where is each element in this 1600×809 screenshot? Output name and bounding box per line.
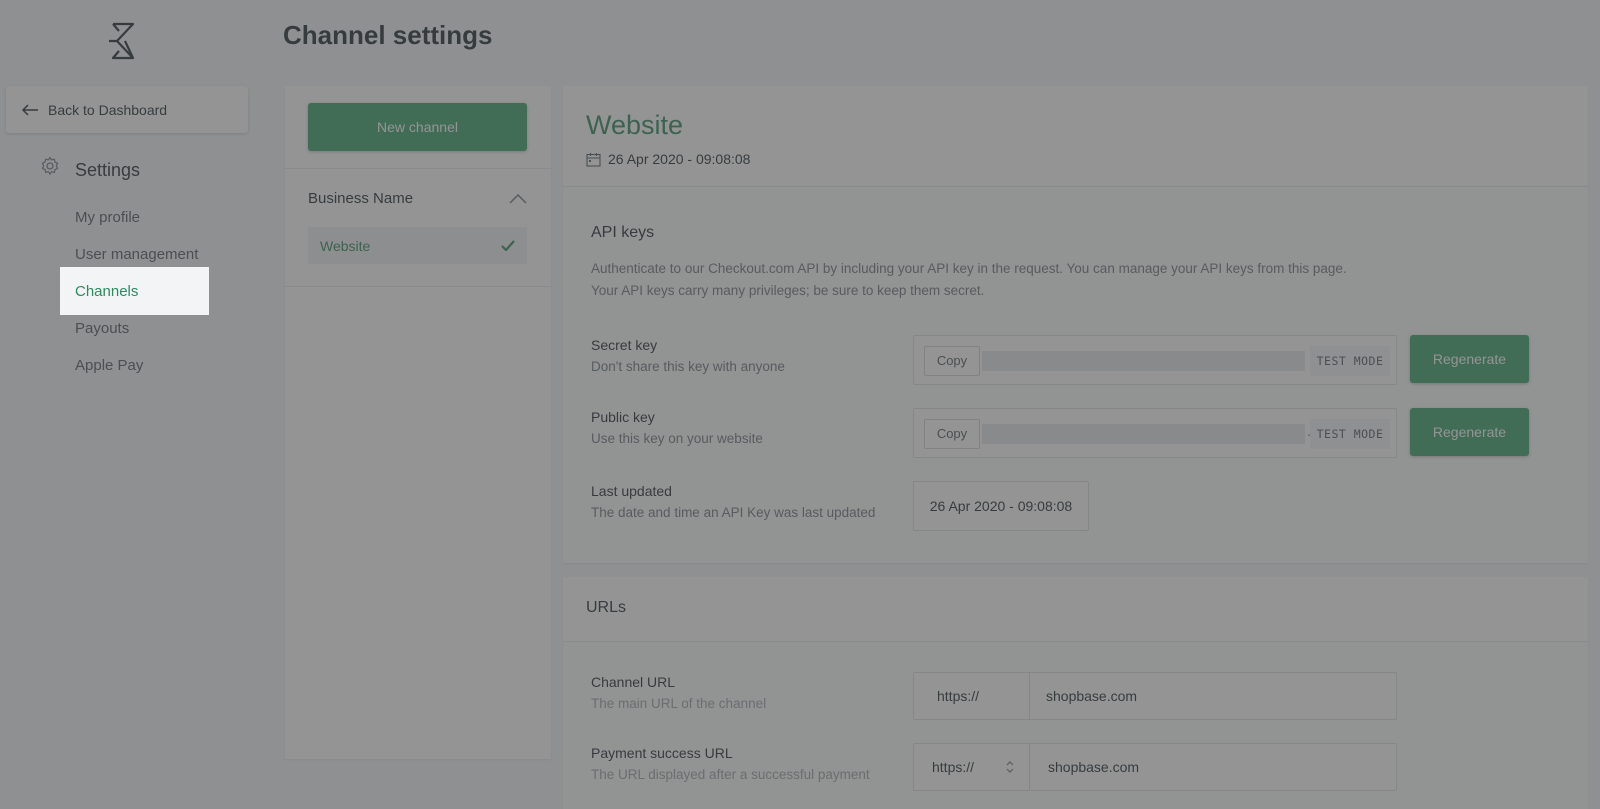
api-keys-description-line2: Your API keys carry many privileges; be …	[591, 283, 985, 298]
secret-key-label: Secret key Don't share this key with any…	[591, 337, 785, 374]
new-channel-button[interactable]: New channel	[308, 103, 527, 151]
select-arrows-icon	[1006, 761, 1014, 773]
nav-item-payouts[interactable]: Payouts	[60, 316, 260, 353]
channel-item-label: Website	[320, 237, 371, 254]
payment-success-url-subtitle: The URL displayed after a successful pay…	[591, 767, 870, 782]
api-keys-heading: API keys	[591, 224, 655, 241]
secret-key-field: Copy TEST MODE	[913, 335, 1397, 385]
copy-public-key-button[interactable]: Copy	[924, 419, 980, 449]
channel-url-subtitle: The main URL of the channel	[591, 696, 767, 711]
copy-secret-key-button[interactable]: Copy	[924, 346, 980, 376]
channel-item-website[interactable]: Website	[308, 227, 527, 264]
payment-success-url-input[interactable]: shopbase.com	[1030, 744, 1396, 790]
app: Back to Dashboard Settings My profile Us…	[0, 0, 1600, 809]
channel-url-label: Channel URL The main URL of the channel	[591, 674, 766, 711]
payment-success-url-field[interactable]: https:// shopbase.com	[913, 743, 1397, 791]
created-date-text: 26 Apr 2020 - 09:08:08	[608, 151, 751, 167]
public-key-title: Public key	[591, 409, 655, 425]
business-name: Business Name	[308, 190, 414, 207]
business-group-header[interactable]: Business Name	[308, 190, 527, 207]
checkmark-icon	[501, 240, 515, 251]
nav-item-apple-pay[interactable]: Apple Pay	[60, 353, 260, 390]
secret-key-subtitle: Don't share this key with anyone	[591, 359, 785, 374]
channel-url-title: Channel URL	[591, 674, 676, 690]
api-keys-panel: API keys Authenticate to our Checkout.co…	[563, 186, 1588, 563]
channel-url-protocol-text: https://	[937, 688, 980, 704]
api-keys-description-line1: Authenticate to our Checkout.com API by …	[591, 261, 1347, 276]
secret-key-title: Secret key	[591, 337, 658, 353]
website-header-panel: Website 26 Apr 2020 - 09:08:08	[563, 86, 1588, 186]
logo-icon[interactable]	[104, 22, 138, 60]
api-keys-description: Authenticate to our Checkout.com API by …	[591, 258, 1451, 302]
channels-list-panel: New channel Business Name Website	[285, 86, 551, 759]
regenerate-public-key-button[interactable]: Regenerate	[1410, 408, 1529, 456]
payment-success-protocol-select[interactable]: https://	[914, 744, 1030, 790]
channel-url-field[interactable]: https:// shopbase.com	[913, 672, 1397, 720]
channel-url-domain: shopbase.com	[1046, 688, 1138, 704]
last-updated-subtitle: The date and time an API Key was last up…	[591, 505, 876, 520]
back-label: Back to Dashboard	[48, 101, 168, 118]
gear-icon	[41, 156, 59, 175]
regenerate-secret-key-button[interactable]: Regenerate	[1410, 335, 1529, 383]
calendar-icon	[586, 152, 601, 167]
public-key-label: Public key Use this key on your website	[591, 409, 763, 446]
settings-section: Settings	[40, 156, 141, 181]
payment-success-protocol-text: https://	[932, 759, 975, 775]
chevron-up-icon[interactable]	[509, 193, 527, 204]
channel-url-protocol: https://	[914, 673, 1030, 719]
public-key-masked	[982, 424, 1305, 444]
channels-label: Channels	[75, 282, 139, 300]
test-mode-badge: TEST MODE	[1310, 419, 1390, 449]
last-updated-label: Last updated The date and time an API Ke…	[591, 483, 875, 520]
created-date: 26 Apr 2020 - 09:08:08	[586, 151, 750, 167]
payment-success-url-title: Payment success URL	[591, 745, 733, 761]
public-key-field: Copy . TEST MODE	[913, 408, 1397, 458]
channel-url-input[interactable]: shopbase.com	[1030, 673, 1396, 719]
nav-item-channels-highlighted[interactable]: Channels	[60, 267, 209, 315]
public-key-subtitle: Use this key on your website	[591, 431, 763, 446]
urls-panel: URLs	[563, 577, 1588, 641]
back-to-dashboard-button[interactable]: Back to Dashboard	[6, 86, 248, 133]
back-arrow-icon	[21, 103, 38, 116]
last-updated-title: Last updated	[591, 483, 672, 499]
payment-success-url-label: Payment success URL The URL displayed af…	[591, 745, 870, 782]
test-mode-badge: TEST MODE	[1310, 346, 1390, 376]
divider	[285, 286, 551, 287]
payment-success-domain: shopbase.com	[1048, 759, 1140, 775]
divider	[285, 168, 551, 169]
channel-title: Website	[586, 110, 684, 140]
settings-label: Settings	[75, 160, 141, 180]
urls-body: Channel URL The main URL of the channel …	[563, 641, 1588, 809]
urls-heading: URLs	[586, 599, 627, 616]
page-title: Channel settings	[283, 20, 493, 50]
secret-key-masked	[982, 351, 1305, 371]
nav-item-my-profile[interactable]: My profile	[60, 205, 260, 242]
last-updated-value: 26 Apr 2020 - 09:08:08	[913, 481, 1089, 531]
